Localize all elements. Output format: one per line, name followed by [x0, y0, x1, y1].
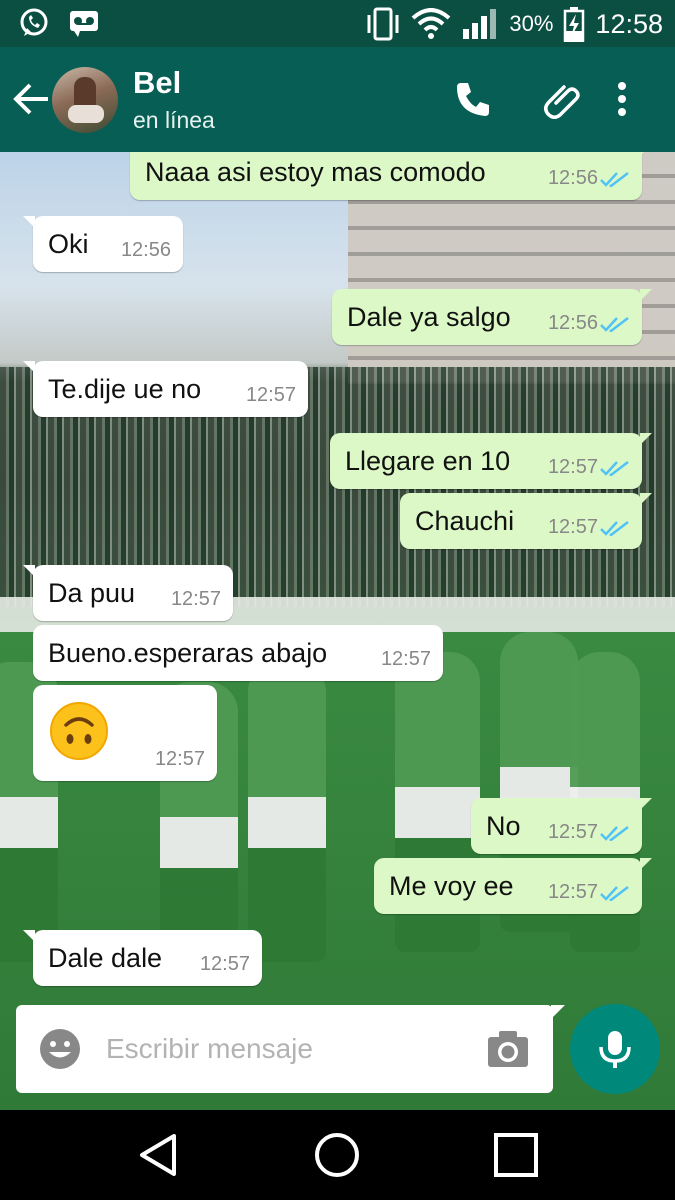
message-text: Chauchi: [415, 506, 515, 536]
message-time: 12:57: [547, 516, 598, 538]
message-composer[interactable]: Escribir mensaje: [16, 1005, 565, 1093]
emoji-picker-icon[interactable]: [38, 1027, 82, 1071]
camera-icon[interactable]: [487, 1029, 529, 1069]
message-time: 12:57: [547, 881, 598, 903]
microphone-button[interactable]: [570, 1004, 660, 1094]
navigation-bar: [0, 1110, 675, 1200]
read-ticks-icon: [600, 461, 629, 476]
message-incoming[interactable]: Oki 12:56: [23, 216, 183, 272]
message-outgoing[interactable]: Llegare en 10 12:57: [330, 433, 652, 489]
message-outgoing[interactable]: Me voy ee 12:57: [374, 858, 652, 914]
more-vert-icon[interactable]: [612, 79, 632, 119]
message-text: Dale dale: [48, 943, 163, 973]
message-text: Me voy ee: [389, 871, 514, 901]
read-ticks-icon: [600, 317, 629, 332]
nav-back-icon[interactable]: [134, 1130, 184, 1180]
wallpaper-player: [248, 662, 326, 962]
nav-home-icon[interactable]: [312, 1130, 362, 1180]
message-text: No: [486, 811, 521, 841]
message-time: 12:57: [154, 748, 205, 770]
back-arrow-icon[interactable]: [12, 79, 52, 119]
chat-header: Bel en línea: [0, 47, 675, 152]
message-text: Te.dije ue no: [48, 374, 202, 404]
read-ticks-icon: [600, 886, 629, 901]
message-incoming[interactable]: 12:57: [33, 685, 217, 781]
message-time: 12:56: [547, 312, 598, 334]
voicemail-icon: [68, 7, 100, 39]
message-time: 12:57: [170, 588, 221, 610]
message-incoming[interactable]: Dale dale 12:57: [23, 930, 262, 986]
message-time: 12:57: [547, 821, 598, 843]
nav-recents-icon[interactable]: [491, 1130, 541, 1180]
upside-down-face-icon: [50, 702, 108, 760]
message-input[interactable]: Escribir mensaje: [106, 1033, 313, 1065]
read-ticks-icon: [600, 521, 629, 536]
chat-area[interactable]: Naaa asi estoy mas comodo 12:56 Oki 12:5…: [0, 152, 675, 1110]
message-text: Bueno.esperaras abajo: [48, 638, 328, 668]
read-ticks-icon: [600, 172, 629, 187]
message-time: 12:57: [547, 456, 598, 478]
vibrate-icon: [365, 7, 401, 41]
signal-icon: [461, 7, 499, 41]
microphone-icon: [599, 1031, 631, 1068]
message-outgoing[interactable]: Chauchi 12:57: [400, 493, 652, 549]
message-time: 12:56: [547, 167, 598, 189]
contact-status: en línea: [133, 107, 215, 133]
contact-name[interactable]: Bel: [133, 65, 181, 101]
message-incoming[interactable]: Da puu 12:57: [23, 565, 233, 621]
message-text: Naaa asi estoy mas comodo: [145, 157, 486, 187]
message-outgoing[interactable]: No 12:57: [471, 798, 652, 854]
message-outgoing[interactable]: Naaa asi estoy mas comodo 12:56: [130, 152, 652, 200]
whatsapp-icon: [18, 7, 50, 39]
phone-icon[interactable]: [453, 79, 493, 119]
message-time: 12:57: [199, 953, 250, 975]
message-text: Oki: [48, 229, 89, 259]
status-bar: 30% 12:58: [0, 0, 675, 47]
message-time: 12:57: [380, 648, 431, 670]
avatar[interactable]: [52, 67, 118, 133]
read-ticks-icon: [600, 826, 629, 841]
message-text: Dale ya salgo: [347, 302, 511, 332]
message-incoming[interactable]: Te.dije ue no 12:57: [23, 361, 308, 417]
battery-percent: 30%: [509, 11, 554, 36]
clock: 12:58: [595, 8, 663, 39]
message-time: 12:56: [120, 239, 171, 261]
message-text: Llegare en 10: [345, 446, 511, 476]
attachment-icon[interactable]: [542, 79, 582, 119]
message-outgoing[interactable]: Dale ya salgo 12:56: [332, 289, 652, 345]
battery-charging-icon: [563, 6, 585, 42]
message-time: 12:57: [245, 384, 296, 406]
message-text: Da puu: [48, 578, 136, 608]
wifi-icon: [411, 8, 451, 40]
message-incoming[interactable]: Bueno.esperaras abajo 12:57: [33, 625, 443, 681]
